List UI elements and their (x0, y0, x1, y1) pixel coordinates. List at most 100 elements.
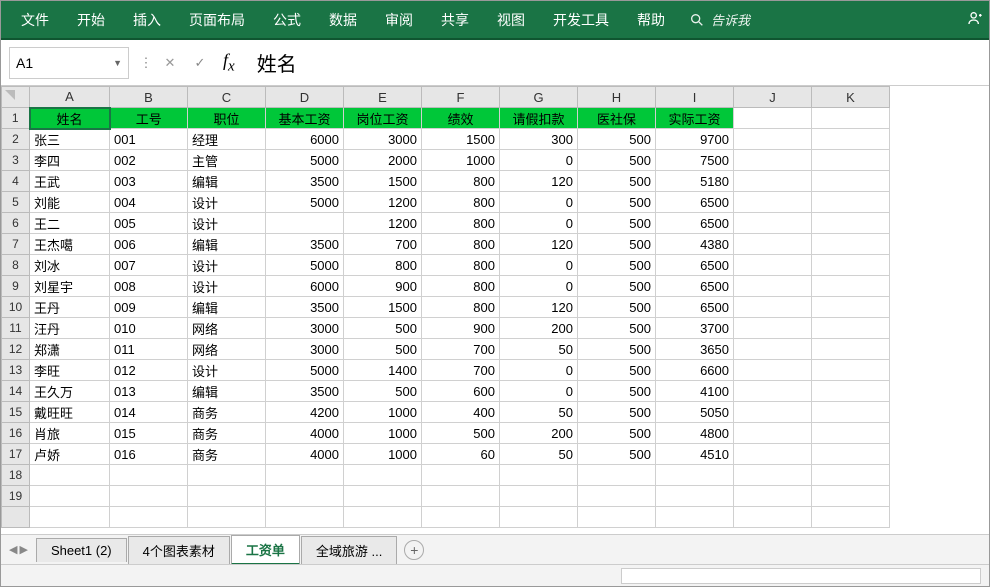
col-header-H[interactable]: H (578, 87, 656, 108)
empty-cell[interactable] (578, 507, 656, 528)
row-header[interactable]: 3 (2, 150, 30, 171)
empty-cell[interactable] (500, 507, 578, 528)
data-cell[interactable]: 008 (110, 276, 188, 297)
data-cell[interactable]: 500 (578, 318, 656, 339)
data-cell[interactable]: 6500 (656, 276, 734, 297)
data-cell[interactable]: 王武 (30, 171, 110, 192)
data-cell[interactable]: 1500 (344, 297, 422, 318)
fx-icon[interactable]: fx (223, 50, 235, 76)
empty-cell[interactable] (734, 234, 812, 255)
data-cell[interactable]: 800 (422, 276, 500, 297)
sheet-nav-next[interactable]: ▶ (19, 543, 27, 556)
data-cell[interactable]: 郑潇 (30, 339, 110, 360)
empty-cell[interactable] (734, 297, 812, 318)
empty-cell[interactable] (344, 465, 422, 486)
empty-cell[interactable] (578, 465, 656, 486)
data-cell[interactable]: 700 (422, 339, 500, 360)
empty-cell[interactable] (734, 486, 812, 507)
data-cell[interactable]: 4800 (656, 423, 734, 444)
data-cell[interactable]: 120 (500, 171, 578, 192)
data-cell[interactable]: 1000 (344, 423, 422, 444)
empty-cell[interactable] (812, 507, 890, 528)
data-cell[interactable]: 500 (578, 381, 656, 402)
data-cell[interactable]: 1000 (344, 402, 422, 423)
ribbon-tab-help[interactable]: 帮助 (623, 4, 679, 36)
empty-cell[interactable] (812, 213, 890, 234)
data-cell[interactable]: 001 (110, 129, 188, 150)
header-cell[interactable]: 岗位工资 (344, 108, 422, 129)
empty-cell[interactable] (734, 150, 812, 171)
data-cell[interactable]: 500 (578, 423, 656, 444)
sheet-tab-1[interactable]: 4个图表素材 (128, 536, 230, 564)
data-cell[interactable]: 3700 (656, 318, 734, 339)
empty-cell[interactable] (734, 465, 812, 486)
data-cell[interactable]: 5000 (266, 360, 344, 381)
data-cell[interactable]: 6500 (656, 213, 734, 234)
data-cell[interactable]: 1400 (344, 360, 422, 381)
data-cell[interactable]: 0 (500, 381, 578, 402)
data-cell[interactable]: 500 (578, 171, 656, 192)
cancel-formula-button[interactable]: ✕ (155, 55, 185, 71)
ribbon-tab-formula[interactable]: 公式 (259, 4, 315, 36)
empty-cell[interactable] (812, 318, 890, 339)
data-cell[interactable]: 0 (500, 213, 578, 234)
col-header-J[interactable]: J (734, 87, 812, 108)
data-cell[interactable]: 0 (500, 276, 578, 297)
data-cell[interactable]: 500 (422, 423, 500, 444)
data-cell[interactable]: 600 (422, 381, 500, 402)
data-cell[interactable]: 900 (422, 318, 500, 339)
data-cell[interactable]: 1500 (344, 171, 422, 192)
empty-cell[interactable] (110, 465, 188, 486)
ribbon-tab-home[interactable]: 开始 (63, 4, 119, 36)
data-cell[interactable]: 3500 (266, 234, 344, 255)
row-header[interactable]: 10 (2, 297, 30, 318)
sheet-nav-prev[interactable]: ◀ (9, 543, 17, 556)
data-cell[interactable]: 3000 (266, 318, 344, 339)
sheet-tab-3[interactable]: 全域旅游 ... (301, 536, 397, 564)
data-cell[interactable]: 0 (500, 255, 578, 276)
data-cell[interactable]: 500 (344, 339, 422, 360)
data-cell[interactable]: 李旺 (30, 360, 110, 381)
data-cell[interactable]: 3000 (266, 339, 344, 360)
empty-cell[interactable] (812, 129, 890, 150)
row-header[interactable]: 4 (2, 171, 30, 192)
grid-area[interactable]: A B C D E F G H I J K 1姓名工号职位基本工资岗位工资绩效请… (1, 86, 989, 534)
empty-cell[interactable] (188, 486, 266, 507)
data-cell[interactable]: 刘星宇 (30, 276, 110, 297)
empty-cell[interactable] (734, 423, 812, 444)
data-cell[interactable]: 900 (344, 276, 422, 297)
empty-cell[interactable] (344, 486, 422, 507)
data-cell[interactable]: 5000 (266, 255, 344, 276)
data-cell[interactable]: 5050 (656, 402, 734, 423)
col-header-E[interactable]: E (344, 87, 422, 108)
empty-cell[interactable] (812, 276, 890, 297)
data-cell[interactable]: 6500 (656, 297, 734, 318)
data-cell[interactable]: 500 (578, 360, 656, 381)
empty-cell[interactable] (812, 297, 890, 318)
empty-cell[interactable] (656, 465, 734, 486)
empty-cell[interactable] (812, 339, 890, 360)
header-cell[interactable]: 职位 (188, 108, 266, 129)
empty-cell[interactable] (266, 507, 344, 528)
empty-cell[interactable] (734, 129, 812, 150)
data-cell[interactable]: 010 (110, 318, 188, 339)
empty-cell[interactable] (500, 465, 578, 486)
empty-cell[interactable] (734, 402, 812, 423)
data-cell[interactable]: 设计 (188, 213, 266, 234)
row-header[interactable]: 19 (2, 486, 30, 507)
header-cell[interactable]: 工号 (110, 108, 188, 129)
data-cell[interactable]: 汪丹 (30, 318, 110, 339)
data-cell[interactable]: 6500 (656, 255, 734, 276)
data-cell[interactable]: 3500 (266, 171, 344, 192)
col-header-G[interactable]: G (500, 87, 578, 108)
data-cell[interactable]: 肖旅 (30, 423, 110, 444)
confirm-formula-button[interactable]: ✓ (185, 55, 215, 71)
data-cell[interactable]: 011 (110, 339, 188, 360)
data-cell[interactable]: 设计 (188, 192, 266, 213)
data-cell[interactable]: 004 (110, 192, 188, 213)
data-cell[interactable]: 012 (110, 360, 188, 381)
data-cell[interactable]: 500 (578, 255, 656, 276)
data-cell[interactable]: 4000 (266, 444, 344, 465)
data-cell[interactable]: 设计 (188, 255, 266, 276)
empty-cell[interactable] (266, 465, 344, 486)
